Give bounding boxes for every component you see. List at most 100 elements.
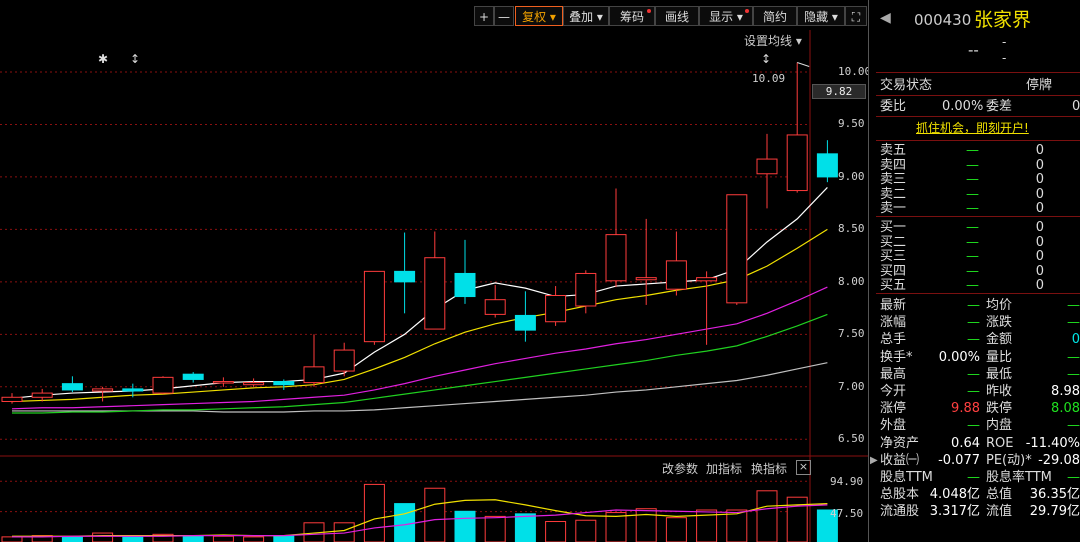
quote-panel: ◀ 000430 张家界 -- - - 交易状态 停牌 委比 0.00% 委差 … bbox=[876, 0, 1080, 542]
chips-button[interactable]: 筹码 bbox=[609, 6, 655, 26]
prev-stock-icon[interactable]: ◀ bbox=[880, 10, 891, 27]
high-marker bbox=[797, 62, 810, 68]
overlay-button[interactable]: 叠加 ▾ bbox=[563, 6, 609, 26]
stat-value: 3.317亿 bbox=[929, 504, 980, 520]
volume-bar bbox=[182, 535, 204, 542]
ma5-line bbox=[11, 186, 828, 399]
candle-body bbox=[484, 299, 506, 315]
add-indicator-button[interactable]: 加指标 bbox=[706, 460, 742, 477]
candle-body bbox=[273, 381, 295, 386]
stat-value: — bbox=[967, 315, 980, 331]
fullscreen-icon[interactable]: ⛶ bbox=[845, 6, 867, 26]
stat-value: 0.64 bbox=[951, 435, 980, 451]
weibi-label: 委比 bbox=[880, 99, 907, 114]
order-level-volume: 0 bbox=[1035, 278, 1044, 293]
stat-label: 收益㈠ bbox=[880, 452, 920, 468]
volume-bar bbox=[635, 508, 657, 542]
volume-bar bbox=[726, 509, 748, 542]
candle-body bbox=[665, 260, 687, 290]
stat-label: PE(动)* bbox=[986, 452, 1032, 468]
display-button[interactable]: 显示 ▾ bbox=[699, 6, 753, 26]
stat-value: 9.88 bbox=[951, 401, 980, 417]
y-axis-tick: 9.50 bbox=[838, 117, 865, 131]
candle-body bbox=[575, 272, 597, 307]
stat-label: 外盘 bbox=[880, 418, 907, 434]
stat-label: 今开 bbox=[880, 384, 907, 399]
order-level-label: 买五 bbox=[880, 278, 907, 293]
y-axis-tick: 8.00 bbox=[838, 274, 865, 288]
zoom-in-button[interactable]: + bbox=[474, 6, 494, 26]
volume-tick: 94.90 bbox=[830, 475, 864, 488]
candle-body bbox=[92, 388, 114, 392]
stat-label: 股息率TTM bbox=[986, 470, 1052, 485]
stat-label: 内盘 bbox=[986, 418, 1013, 434]
stat-value: — bbox=[967, 332, 980, 348]
change-percent: - bbox=[1002, 51, 1007, 65]
volume-bar bbox=[424, 487, 446, 542]
y-axis-tick: 6.50 bbox=[838, 432, 865, 446]
kline-chart-area[interactable]: + — 复权 ▾ 叠加 ▾ 筹码 画线 显示 ▾ 简约 隐藏 ▾ ⛶ 设置均线 … bbox=[0, 0, 871, 542]
stat-value: — bbox=[1067, 366, 1080, 382]
open-account-link[interactable]: 抓住机会，即刻开户! bbox=[916, 120, 1029, 137]
order-level-volume: 0 bbox=[1035, 201, 1044, 216]
stat-label: 跌停 bbox=[986, 401, 1013, 417]
status-value: 停牌 bbox=[1026, 78, 1053, 93]
ma60-line bbox=[12, 362, 828, 413]
stat-value: -11.40% bbox=[1025, 435, 1080, 451]
volume-bar bbox=[454, 510, 476, 542]
stat-label: 最新 bbox=[880, 298, 907, 313]
stat-label: 流通股 bbox=[880, 504, 920, 520]
stat-value: — bbox=[967, 384, 980, 399]
y-axis-tick: 8.50 bbox=[838, 222, 865, 236]
event-arrow-icon[interactable]: ↕ bbox=[130, 52, 140, 66]
stat-value: — bbox=[1067, 298, 1080, 313]
restore-rights-button[interactable]: 复权 ▾ bbox=[515, 6, 563, 26]
zoom-out-button[interactable]: — bbox=[494, 6, 514, 26]
stat-value: — bbox=[967, 470, 980, 485]
candle-body bbox=[394, 270, 416, 283]
volume-bar bbox=[575, 519, 597, 542]
stock-name: 张家界 bbox=[974, 9, 1032, 31]
candle-body bbox=[514, 314, 536, 331]
candle-body bbox=[1, 396, 23, 402]
stat-label: 涨停 bbox=[880, 401, 907, 417]
volume-bar bbox=[212, 535, 234, 542]
stat-value: 29.79亿 bbox=[1029, 504, 1080, 520]
latest-price: -- bbox=[968, 41, 979, 59]
y-axis-tick: 7.50 bbox=[838, 327, 865, 341]
hide-button[interactable]: 隐藏 ▾ bbox=[797, 6, 845, 26]
simple-button[interactable]: 简约 bbox=[753, 6, 797, 26]
candle-body bbox=[152, 376, 174, 394]
stat-label: 总股本 bbox=[880, 487, 920, 503]
stat-value: 36.35亿 bbox=[1029, 487, 1080, 503]
change-amount: - bbox=[1002, 35, 1007, 49]
ma-settings-link[interactable]: 设置均线 ▾ bbox=[744, 32, 802, 49]
volume-bar bbox=[394, 503, 416, 542]
order-level-price: — bbox=[966, 278, 979, 293]
notification-dot bbox=[647, 9, 651, 13]
stat-label: 总手 bbox=[880, 332, 907, 348]
candle-body bbox=[243, 382, 265, 386]
candle-body bbox=[786, 134, 808, 192]
order-level-label: 卖一 bbox=[880, 201, 907, 216]
volume-bar bbox=[756, 490, 778, 542]
draw-line-button[interactable]: 画线 bbox=[655, 6, 699, 26]
event-star-icon[interactable]: ✱ bbox=[98, 52, 108, 66]
candle-body bbox=[333, 349, 355, 372]
stat-label: 流值 bbox=[986, 504, 1013, 520]
candle-body bbox=[424, 257, 446, 330]
candle-body bbox=[363, 270, 385, 343]
event-arrow-icon[interactable]: ↕ bbox=[761, 52, 771, 66]
stat-value: 0.00% bbox=[938, 349, 980, 365]
close-indicator-icon[interactable]: × bbox=[796, 460, 811, 475]
change-params-button[interactable]: 改参数 bbox=[662, 460, 698, 477]
stat-label: 量比 bbox=[986, 349, 1013, 365]
switch-indicator-button[interactable]: 换指标 bbox=[751, 460, 787, 477]
stat-value: 4.048亿 bbox=[929, 487, 980, 503]
volume-bar bbox=[665, 517, 687, 542]
stat-value: 8.08 bbox=[1051, 401, 1080, 417]
stat-value: — bbox=[1067, 349, 1080, 365]
stat-label: 最高 bbox=[880, 366, 907, 382]
candle-body bbox=[212, 381, 234, 384]
stat-label: ROE bbox=[986, 435, 1014, 451]
